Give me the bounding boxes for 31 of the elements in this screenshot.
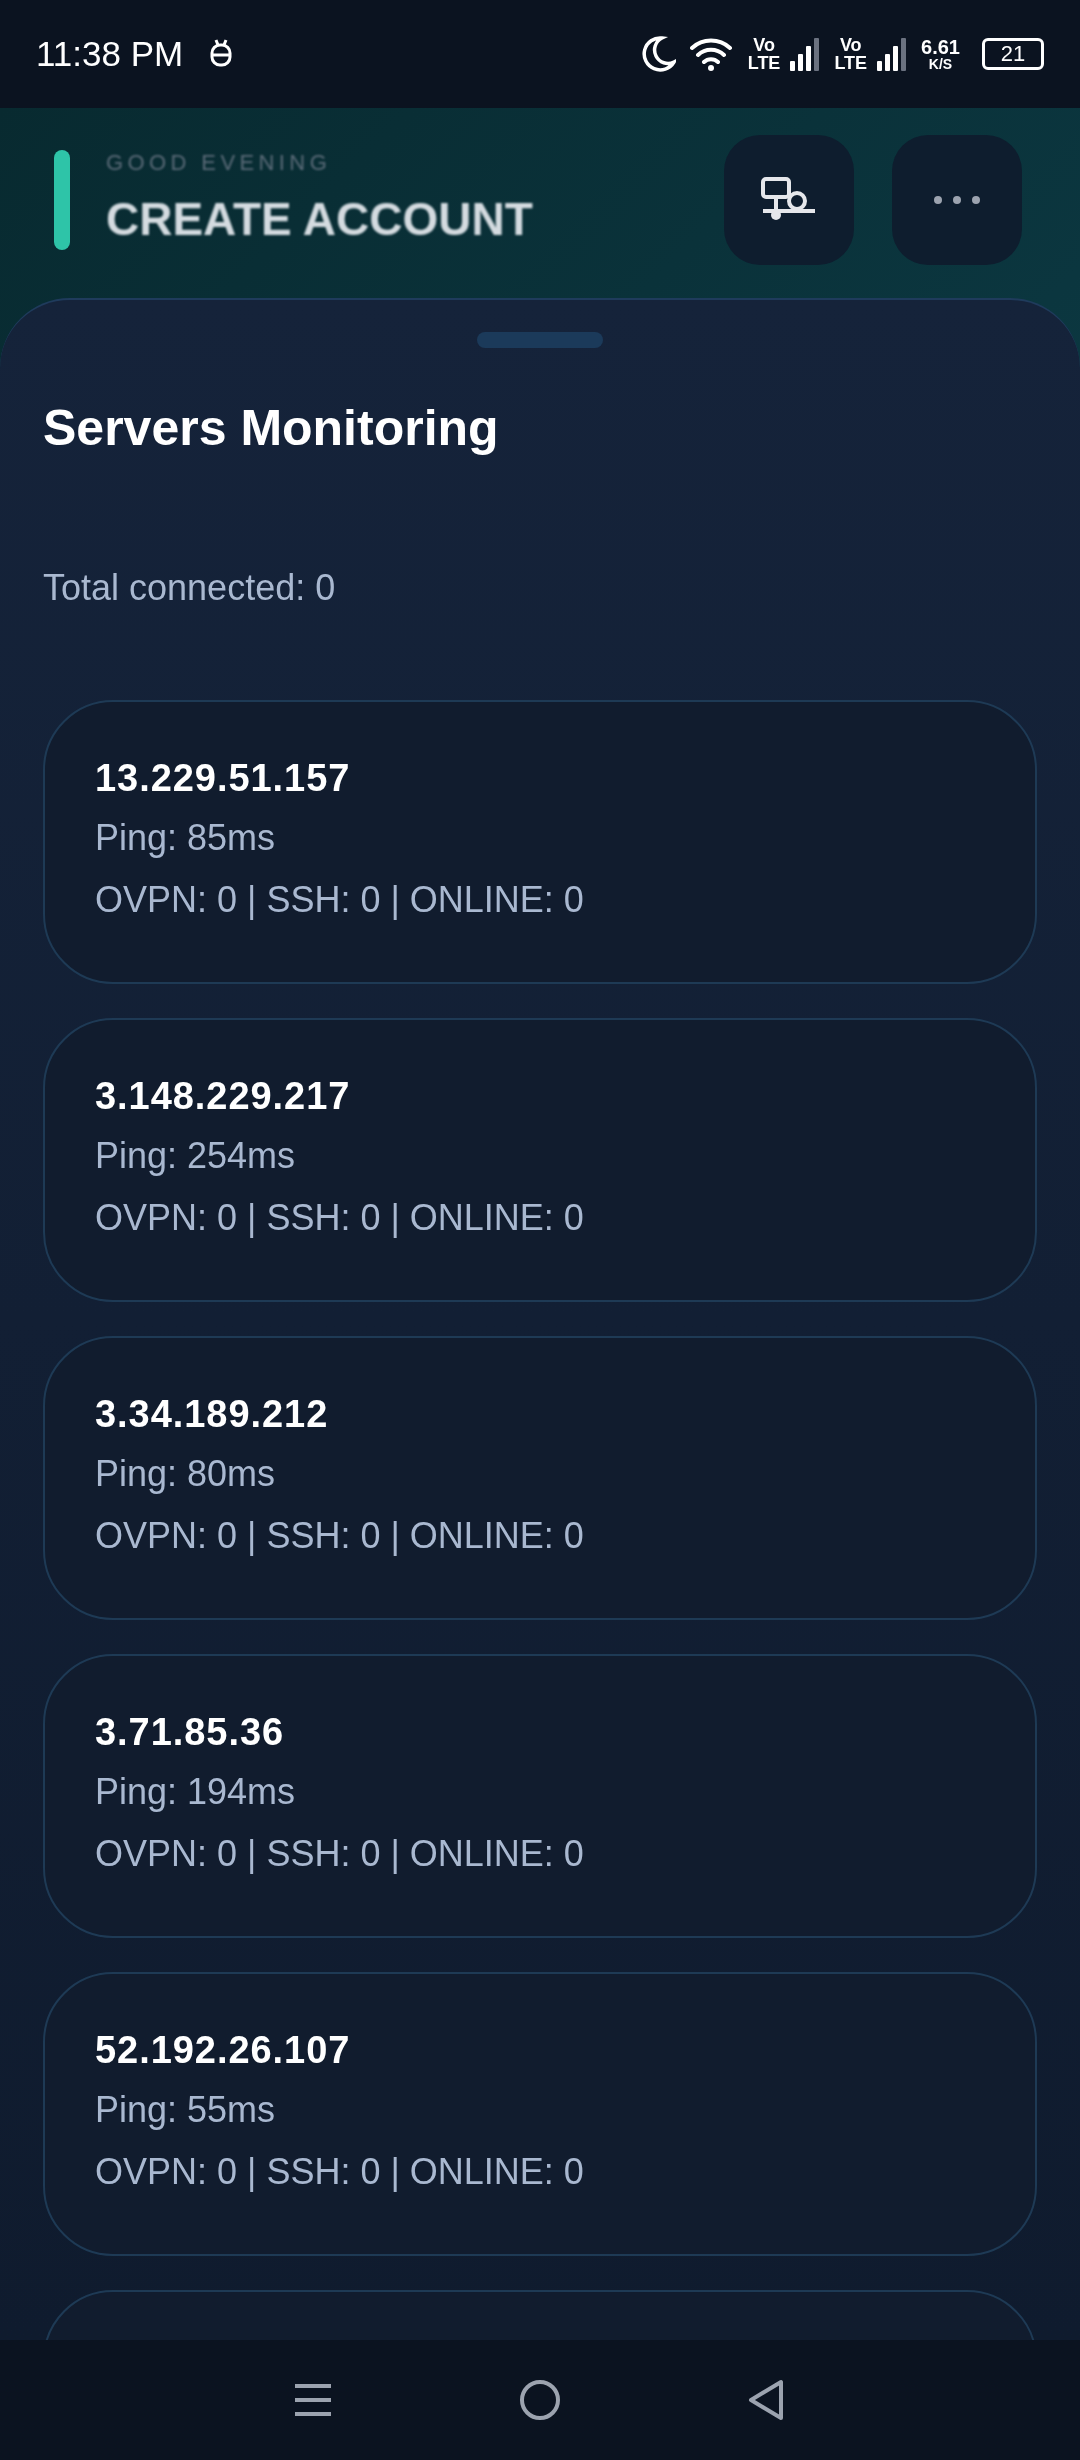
server-ping: Ping: 85ms xyxy=(95,816,277,860)
server-ip: 3.34.189.212 xyxy=(95,1392,330,1437)
battery-indicator: 21 xyxy=(982,38,1044,70)
server-ping: Ping: 194ms xyxy=(95,1770,297,1814)
volte-label: Vo xyxy=(839,36,862,54)
server-ip: 3.71.85.36 xyxy=(95,1710,286,1755)
server-card[interactable]: 3.148.229.217 Ping: 254ms OVPN: 0 | SSH: 0 | ONLINE: 0 xyxy=(43,1018,1037,1302)
server-card[interactable]: 3.34.189.212 Ping: 80ms OVPN: 0 | SSH: 0 | ONLINE: 0 xyxy=(43,1336,1037,1620)
volte-label: LTE xyxy=(747,54,781,72)
server-card[interactable]: 52.192.26.107 Ping: 55ms OVPN: 0 | SSH: 0 | ONLINE: 0 xyxy=(43,1972,1037,2256)
total-connected: Total connected: 0 xyxy=(43,566,337,610)
server-card[interactable]: 3.71.85.36 Ping: 194ms OVPN: 0 | SSH: 0 | ONLINE: 0 xyxy=(43,1654,1037,1938)
server-stats: OVPN: 0 | SSH: 0 | ONLINE: 0 xyxy=(95,878,585,922)
sheet-title: Servers Monitoring xyxy=(43,399,500,458)
server-ip: 3.148.229.217 xyxy=(95,1074,352,1119)
server-ping: Ping: 55ms xyxy=(95,2088,277,2132)
server-ping: Ping: 254ms xyxy=(95,1134,297,1178)
server-stats: OVPN: 0 | SSH: 0 | ONLINE: 0 xyxy=(95,2150,585,2194)
network-speed: 6.61 xyxy=(921,37,960,57)
status-time: 11:38 PM xyxy=(36,32,184,75)
volte-label: Vo xyxy=(753,36,775,54)
server-ping: Ping: 80ms xyxy=(95,1452,277,1496)
server-card[interactable]: 13.229.51.157 Ping: 85ms OVPN: 0 | SSH: 0 | ONLINE: 0 xyxy=(43,700,1037,984)
header-title: CREATE ACCOUNT xyxy=(106,192,533,247)
network-speed-unit: K/S xyxy=(928,57,953,71)
volte-label: LTE xyxy=(834,54,868,72)
server-ip: 52.192.26.107 xyxy=(95,2028,352,2073)
server-stats: OVPN: 0 | SSH: 0 | ONLINE: 0 xyxy=(95,1832,585,1876)
server-stats: OVPN: 0 | SSH: 0 | ONLINE: 0 xyxy=(95,1514,585,1558)
server-ip: 13.229.51.157 xyxy=(95,756,352,801)
server-stats: OVPN: 0 | SSH: 0 | ONLINE: 0 xyxy=(95,1196,585,1240)
